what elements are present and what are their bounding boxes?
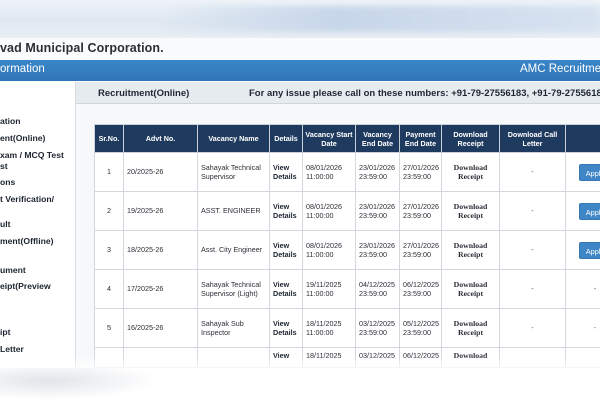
cell-vacancy-name: Sahayak Sub Inspector: [197, 308, 270, 348]
download-receipt-link[interactable]: Download Receipt: [441, 191, 500, 231]
sidebar-item-receipt-preview[interactable]: eipt(Preview: [0, 281, 51, 291]
header-download-call-letter: Download Call Letter: [499, 124, 566, 153]
top-banner: [0, 0, 600, 38]
cell-payment-end-date: 06/12/2025 23:59:00: [399, 269, 442, 309]
sidebar-item-exam-mcq-test-line2[interactable]: st: [0, 161, 8, 171]
cell-end-date: 23/01/2026 23:59:00: [355, 230, 400, 270]
cell-action: -: [565, 308, 600, 348]
header-sr-no: Sr.No.: [94, 124, 124, 153]
cell-vacancy-name: ASST. ENGINEER: [197, 191, 270, 231]
cell-advt-no: 16/2025-26: [123, 308, 198, 348]
download-receipt-link[interactable]: Download Receipt: [441, 269, 500, 309]
section-header: Recruitment(Online) For any issue please…: [76, 82, 600, 104]
sidebar-item-registration[interactable]: ation: [0, 116, 21, 126]
cell-vacancy-name: Asst. City Engineer: [197, 230, 270, 270]
sidebar-item-recruitment-online[interactable]: ent(Online): [0, 133, 45, 143]
cell-end-date: 03/12/2025 23:59:00: [355, 308, 400, 348]
cell-sr-no: 1: [94, 152, 124, 192]
cell-end-date: 23/01/2026 23:59:00: [355, 191, 400, 231]
cell-action: -: [565, 269, 600, 309]
cell-sr-no: 3: [94, 230, 124, 270]
apply-button[interactable]: Apply: [579, 241, 600, 259]
apply-button[interactable]: Apply: [579, 163, 600, 181]
header-vacancy-name: Vacancy Name: [197, 124, 270, 153]
sidebar: ation ent(Online) xam / MCQ Test st ons …: [0, 82, 76, 372]
view-details-link[interactable]: View Details: [269, 152, 303, 192]
cell-action: Apply: [565, 152, 600, 192]
page: vad Municipal Corporation. ormation AMC …: [0, 0, 600, 400]
cell-action: Apply: [565, 230, 600, 270]
header-vacancy-start-date: Vacancy Start Date: [302, 124, 356, 153]
header-download-receipt: Download Receipt: [441, 124, 500, 153]
cell-advt-no: 19/2025-26: [123, 191, 198, 231]
table-row: 1 20/2025-26 Sahayak Technical Superviso…: [94, 152, 600, 192]
cell-sr-no: 4: [94, 269, 124, 309]
cell-call-letter: -: [499, 269, 566, 309]
header-details: Details: [269, 124, 303, 153]
header-action: [565, 124, 600, 153]
nav-bar: ormation AMC Recruitme: [0, 60, 600, 81]
cell-start-date: 19/11/2025 11:00:00: [302, 269, 356, 309]
cell-advt-no: 20/2025-26: [123, 152, 198, 192]
helpline-text: For any issue please call on these numbe…: [249, 88, 600, 99]
cell-end-date: 23/01/2026 23:59:00: [355, 152, 400, 192]
header-payment-end-date: Payment End Date: [399, 124, 442, 153]
cell-payment-end-date: 05/12/2025 23:59:00: [399, 308, 442, 348]
bottom-smudge: [0, 368, 160, 400]
cell-call-letter: -: [499, 152, 566, 192]
main-content: Recruitment(Online) For any issue please…: [76, 82, 600, 372]
org-title: vad Municipal Corporation.: [0, 41, 164, 55]
table-row: 3 18/2025-26 Asst. City Engineer View De…: [94, 230, 600, 270]
sidebar-item-document-verification[interactable]: t Verification/: [0, 194, 54, 204]
cell-sr-no: 5: [94, 308, 124, 348]
cell-sr-no: 2: [94, 191, 124, 231]
header-vacancy-end-date: Vacancy End Date: [355, 124, 400, 153]
cell-start-date: 08/01/2026 11:00:00: [302, 152, 356, 192]
sidebar-item-call-letter[interactable]: Letter: [0, 344, 24, 354]
cell-call-letter: -: [499, 308, 566, 348]
sidebar-item-receipt[interactable]: ipt: [0, 327, 11, 337]
download-receipt-link[interactable]: Download Receipt: [441, 152, 500, 192]
table-row: 2 19/2025-26 ASST. ENGINEER View Details…: [94, 191, 600, 231]
sidebar-item-questions[interactable]: ons: [0, 177, 15, 187]
cell-call-letter: -: [499, 191, 566, 231]
nav-bar-left-text[interactable]: ormation: [0, 63, 45, 75]
cell-advt-no: 17/2025-26: [123, 269, 198, 309]
cell-payment-end-date: 27/01/2026 23:59:00: [399, 230, 442, 270]
section-title: Recruitment(Online): [98, 88, 190, 99]
cell-start-date: 08/01/2026 11:00:00: [302, 191, 356, 231]
nav-bar-right-text[interactable]: AMC Recruitme: [520, 63, 600, 75]
table-header-row: Sr.No. Advt No. Vacancy Name Details Vac…: [94, 124, 600, 153]
view-details-link[interactable]: View Details: [269, 191, 303, 231]
cell-action: Apply: [565, 191, 600, 231]
apply-button[interactable]: Apply: [579, 202, 600, 220]
recruitment-table: Sr.No. Advt No. Vacancy Name Details Vac…: [94, 124, 600, 368]
cell-vacancy-name: Sahayak Technical Supervisor: [197, 152, 270, 192]
cell-start-date: 08/01/2026 11:00:00: [302, 230, 356, 270]
view-details-link[interactable]: View Details: [269, 308, 303, 348]
cell-call-letter: -: [499, 230, 566, 270]
table-row: 5 16/2025-26 Sahayak Sub Inspector View …: [94, 308, 600, 348]
recruitment-table-wrapper: Sr.No. Advt No. Vacancy Name Details Vac…: [94, 124, 600, 372]
sidebar-item-document[interactable]: ument: [0, 265, 26, 275]
view-details-link[interactable]: View Details: [269, 269, 303, 309]
table-row: 4 17/2025-26 Sahayak Technical Superviso…: [94, 269, 600, 309]
cell-vacancy-name: Sahayak Technical Supervisor (Light): [197, 269, 270, 309]
cell-advt-no: 18/2025-26: [123, 230, 198, 270]
header-advt-no: Advt No.: [123, 124, 198, 153]
cell-payment-end-date: 27/01/2026 23:59:00: [399, 191, 442, 231]
cell-payment-end-date: 27/01/2026 23:59:00: [399, 152, 442, 192]
download-receipt-link[interactable]: Download Receipt: [441, 308, 500, 348]
sidebar-item-result[interactable]: ult: [0, 219, 11, 229]
sidebar-item-exam-mcq-test[interactable]: xam / MCQ Test: [0, 150, 64, 160]
sidebar-item-recruitment-offline[interactable]: ment(Offline): [0, 236, 53, 246]
view-details-link[interactable]: View Details: [269, 230, 303, 270]
download-receipt-link[interactable]: Download Receipt: [441, 230, 500, 270]
cell-start-date: 18/11/2025 11:00:00: [302, 308, 356, 348]
cell-end-date: 04/12/2025 23:59:00: [355, 269, 400, 309]
